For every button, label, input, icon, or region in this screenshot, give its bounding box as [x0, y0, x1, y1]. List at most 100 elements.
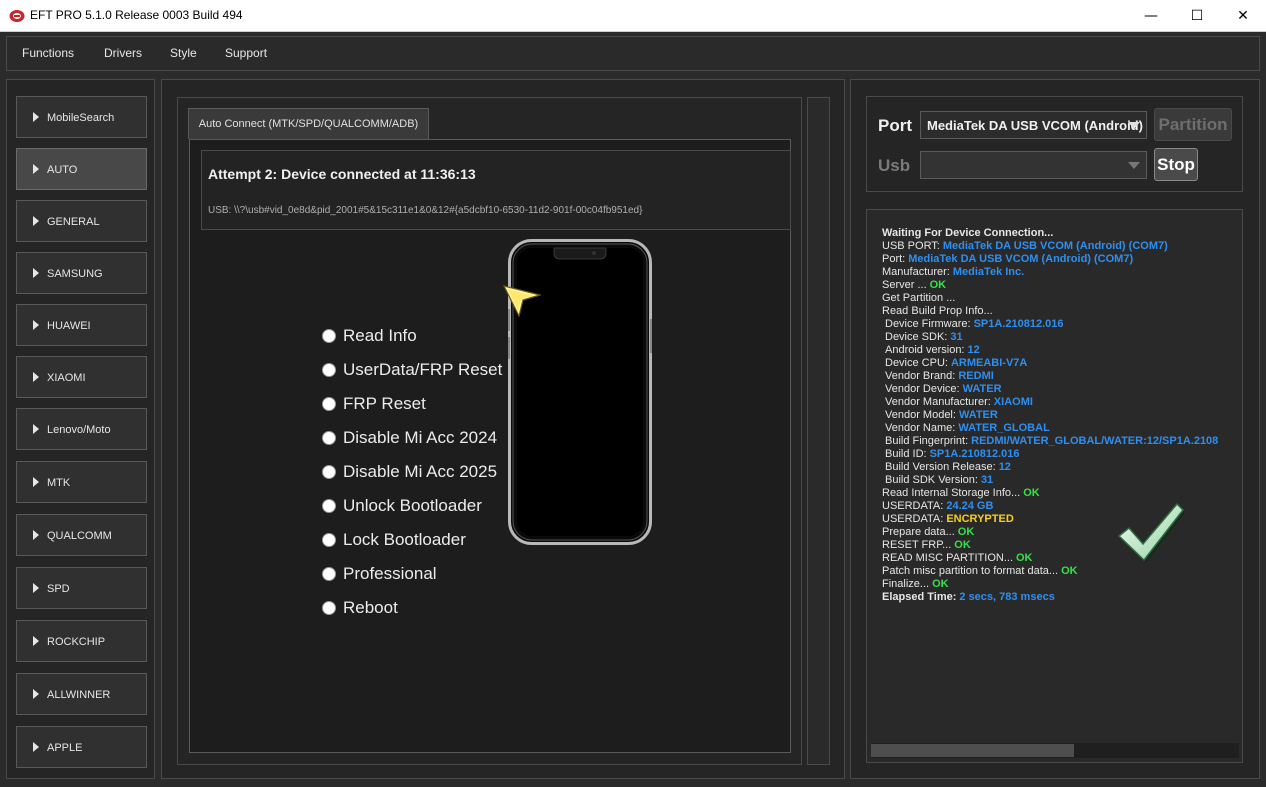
sidebar-item-xiaomi[interactable]: XIAOMI: [16, 356, 147, 398]
log-line-value: XIAOMI: [993, 396, 1033, 408]
option-disable-mi-acc-2024[interactable]: Disable Mi Acc 2024: [322, 428, 497, 448]
triangle-right-icon: [33, 583, 39, 593]
radio-button[interactable]: [322, 533, 336, 547]
radio-button[interactable]: [322, 499, 336, 513]
usb-select[interactable]: [920, 151, 1147, 179]
log-line-text: Vendor Device:: [885, 383, 960, 395]
radio-button[interactable]: [322, 363, 336, 377]
option-professional[interactable]: Professional: [322, 564, 437, 584]
log-line: Vendor Brand: REDMI: [885, 370, 994, 383]
log-line: Vendor Name: WATER_GLOBAL: [885, 422, 1050, 435]
menu-drivers[interactable]: Drivers: [104, 46, 142, 60]
log-line: USB PORT: MediaTek DA USB VCOM (Android) …: [882, 240, 1168, 253]
triangle-right-icon: [33, 268, 39, 278]
maximize-button[interactable]: ☐: [1174, 0, 1220, 32]
log-line: Manufacturer: MediaTek Inc.: [882, 266, 1024, 279]
log-lines: Waiting For Device Connection... USB PORT…: [867, 210, 1242, 740]
triangle-right-icon: [33, 477, 39, 487]
log-line-text: USB PORT:: [882, 240, 940, 252]
option-lock-bootloader[interactable]: Lock Bootloader: [322, 530, 466, 550]
radio-button[interactable]: [322, 567, 336, 581]
partition-button[interactable]: Partition: [1154, 108, 1232, 141]
radio-button[interactable]: [322, 329, 336, 343]
log-line: RESET FRP... OK: [882, 539, 971, 552]
sidebar-item-mobilesearch[interactable]: MobileSearch: [16, 96, 147, 138]
close-button[interactable]: ✕: [1220, 0, 1266, 32]
radio-button[interactable]: [322, 465, 336, 479]
right-panel: Port MediaTek DA USB VCOM (Android) (COM…: [850, 79, 1260, 779]
log-line-value: WATER_GLOBAL: [958, 422, 1050, 434]
log-line: Android version: 12: [885, 344, 980, 357]
log-line-text: Server ...: [882, 279, 927, 291]
log-line-text: Device Firmware:: [885, 318, 971, 330]
log-line: Read Internal Storage Info... OK: [882, 487, 1040, 500]
sidebar-item-apple[interactable]: APPLE: [16, 726, 147, 768]
menu-support[interactable]: Support: [225, 46, 267, 60]
menu-functions[interactable]: Functions: [22, 46, 74, 60]
log-line-text: Read Build Prop Info...: [882, 305, 993, 317]
log-line-text: Get Partition ...: [882, 292, 956, 304]
sidebar-item-general[interactable]: GENERAL: [16, 200, 147, 242]
sidebar-item-allwinner[interactable]: ALLWINNER: [16, 673, 147, 715]
log-line-text: Android version:: [885, 344, 965, 356]
minimize-button[interactable]: —: [1128, 0, 1174, 32]
log-line-value: 24.24 GB: [946, 500, 994, 512]
chevron-down-icon: [1128, 162, 1140, 169]
option-frp-reset[interactable]: FRP Reset: [322, 394, 426, 414]
attempt-status-text: Attempt 2: Device connected at 11:36:13: [208, 166, 476, 182]
menu-style[interactable]: Style: [170, 46, 197, 60]
triangle-right-icon: [33, 636, 39, 646]
log-line: Vendor Model: WATER: [885, 409, 998, 422]
triangle-right-icon: [33, 164, 39, 174]
option-unlock-bootloader[interactable]: Unlock Bootloader: [322, 496, 482, 516]
log-line-value: OK: [1023, 487, 1040, 499]
log-line: Waiting For Device Connection...: [882, 227, 1053, 240]
sidebar-item-qualcomm[interactable]: QUALCOMM: [16, 514, 147, 556]
log-line: Prepare data... OK: [882, 526, 974, 539]
sidebar-item-huawei[interactable]: HUAWEI: [16, 304, 147, 346]
log-line: Vendor Manufacturer: XIAOMI: [885, 396, 1033, 409]
triangle-right-icon: [33, 530, 39, 540]
sidebar-item-auto[interactable]: AUTO: [16, 148, 147, 190]
radio-button[interactable]: [322, 431, 336, 445]
option-userdata-frp-reset[interactable]: UserData/FRP Reset: [322, 360, 502, 380]
option-disable-mi-acc-2025[interactable]: Disable Mi Acc 2025: [322, 462, 497, 482]
radio-button[interactable]: [322, 397, 336, 411]
log-line-value: SP1A.210812.016: [929, 448, 1020, 460]
option-reboot[interactable]: Reboot: [322, 598, 398, 618]
usb-path-text: USB: \\?\usb#vid_0e8d&pid_2001#5&15c311e…: [208, 205, 643, 216]
vertical-scrollbar[interactable]: [807, 97, 830, 765]
sidebar-item-samsung[interactable]: SAMSUNG: [16, 252, 147, 294]
main-panel: Auto Connect (MTK/SPD/QUALCOMM/ADB) Atte…: [161, 79, 845, 779]
sidebar-item-lenovo-moto[interactable]: Lenovo/Moto: [16, 408, 147, 450]
log-line-value: OK: [929, 279, 947, 291]
tab-auto-connect[interactable]: Auto Connect (MTK/SPD/QUALCOMM/ADB): [188, 108, 429, 139]
scrollbar-thumb[interactable]: [871, 744, 1074, 757]
window-title: EFT PRO 5.1.0 Release 0003 Build 494: [30, 8, 243, 22]
tab-content: Attempt 2: Device connected at 11:36:13 …: [189, 139, 791, 753]
triangle-right-icon: [33, 320, 39, 330]
sidebar-item-mtk[interactable]: MTK: [16, 461, 147, 503]
radio-button[interactable]: [322, 601, 336, 615]
port-label: Port: [878, 116, 912, 135]
sidebar-item-spd[interactable]: SPD: [16, 567, 147, 609]
horizontal-scrollbar[interactable]: [871, 743, 1239, 758]
log-line: Elapsed Time: 2 secs, 783 msecs: [882, 591, 1055, 604]
log-line-text: Manufacturer:: [882, 266, 950, 278]
log-line: Vendor Device: WATER: [885, 383, 1002, 396]
sidebar-item-rockchip[interactable]: ROCKCHIP: [16, 620, 147, 662]
option-read-info[interactable]: Read Info: [322, 326, 417, 346]
chevron-down-icon: [1128, 122, 1140, 129]
log-line-text: Read Internal Storage Info...: [882, 487, 1021, 499]
port-select[interactable]: MediaTek DA USB VCOM (Android) (COM7): [920, 111, 1147, 139]
log-line: Get Partition ...: [882, 292, 955, 305]
log-line: Read Build Prop Info...: [882, 305, 993, 318]
log-line-value: 12: [998, 461, 1011, 473]
stop-button[interactable]: Stop: [1154, 148, 1198, 181]
log-line-value: SP1A.210812.016: [973, 318, 1064, 330]
log-line-text: Vendor Manufacturer:: [885, 396, 991, 408]
log-line-value: OK: [957, 526, 975, 538]
log-line: Device SDK: 31: [885, 331, 963, 344]
log-line: READ MISC PARTITION... OK: [882, 552, 1033, 565]
log-line-text: Build ID:: [885, 448, 927, 460]
